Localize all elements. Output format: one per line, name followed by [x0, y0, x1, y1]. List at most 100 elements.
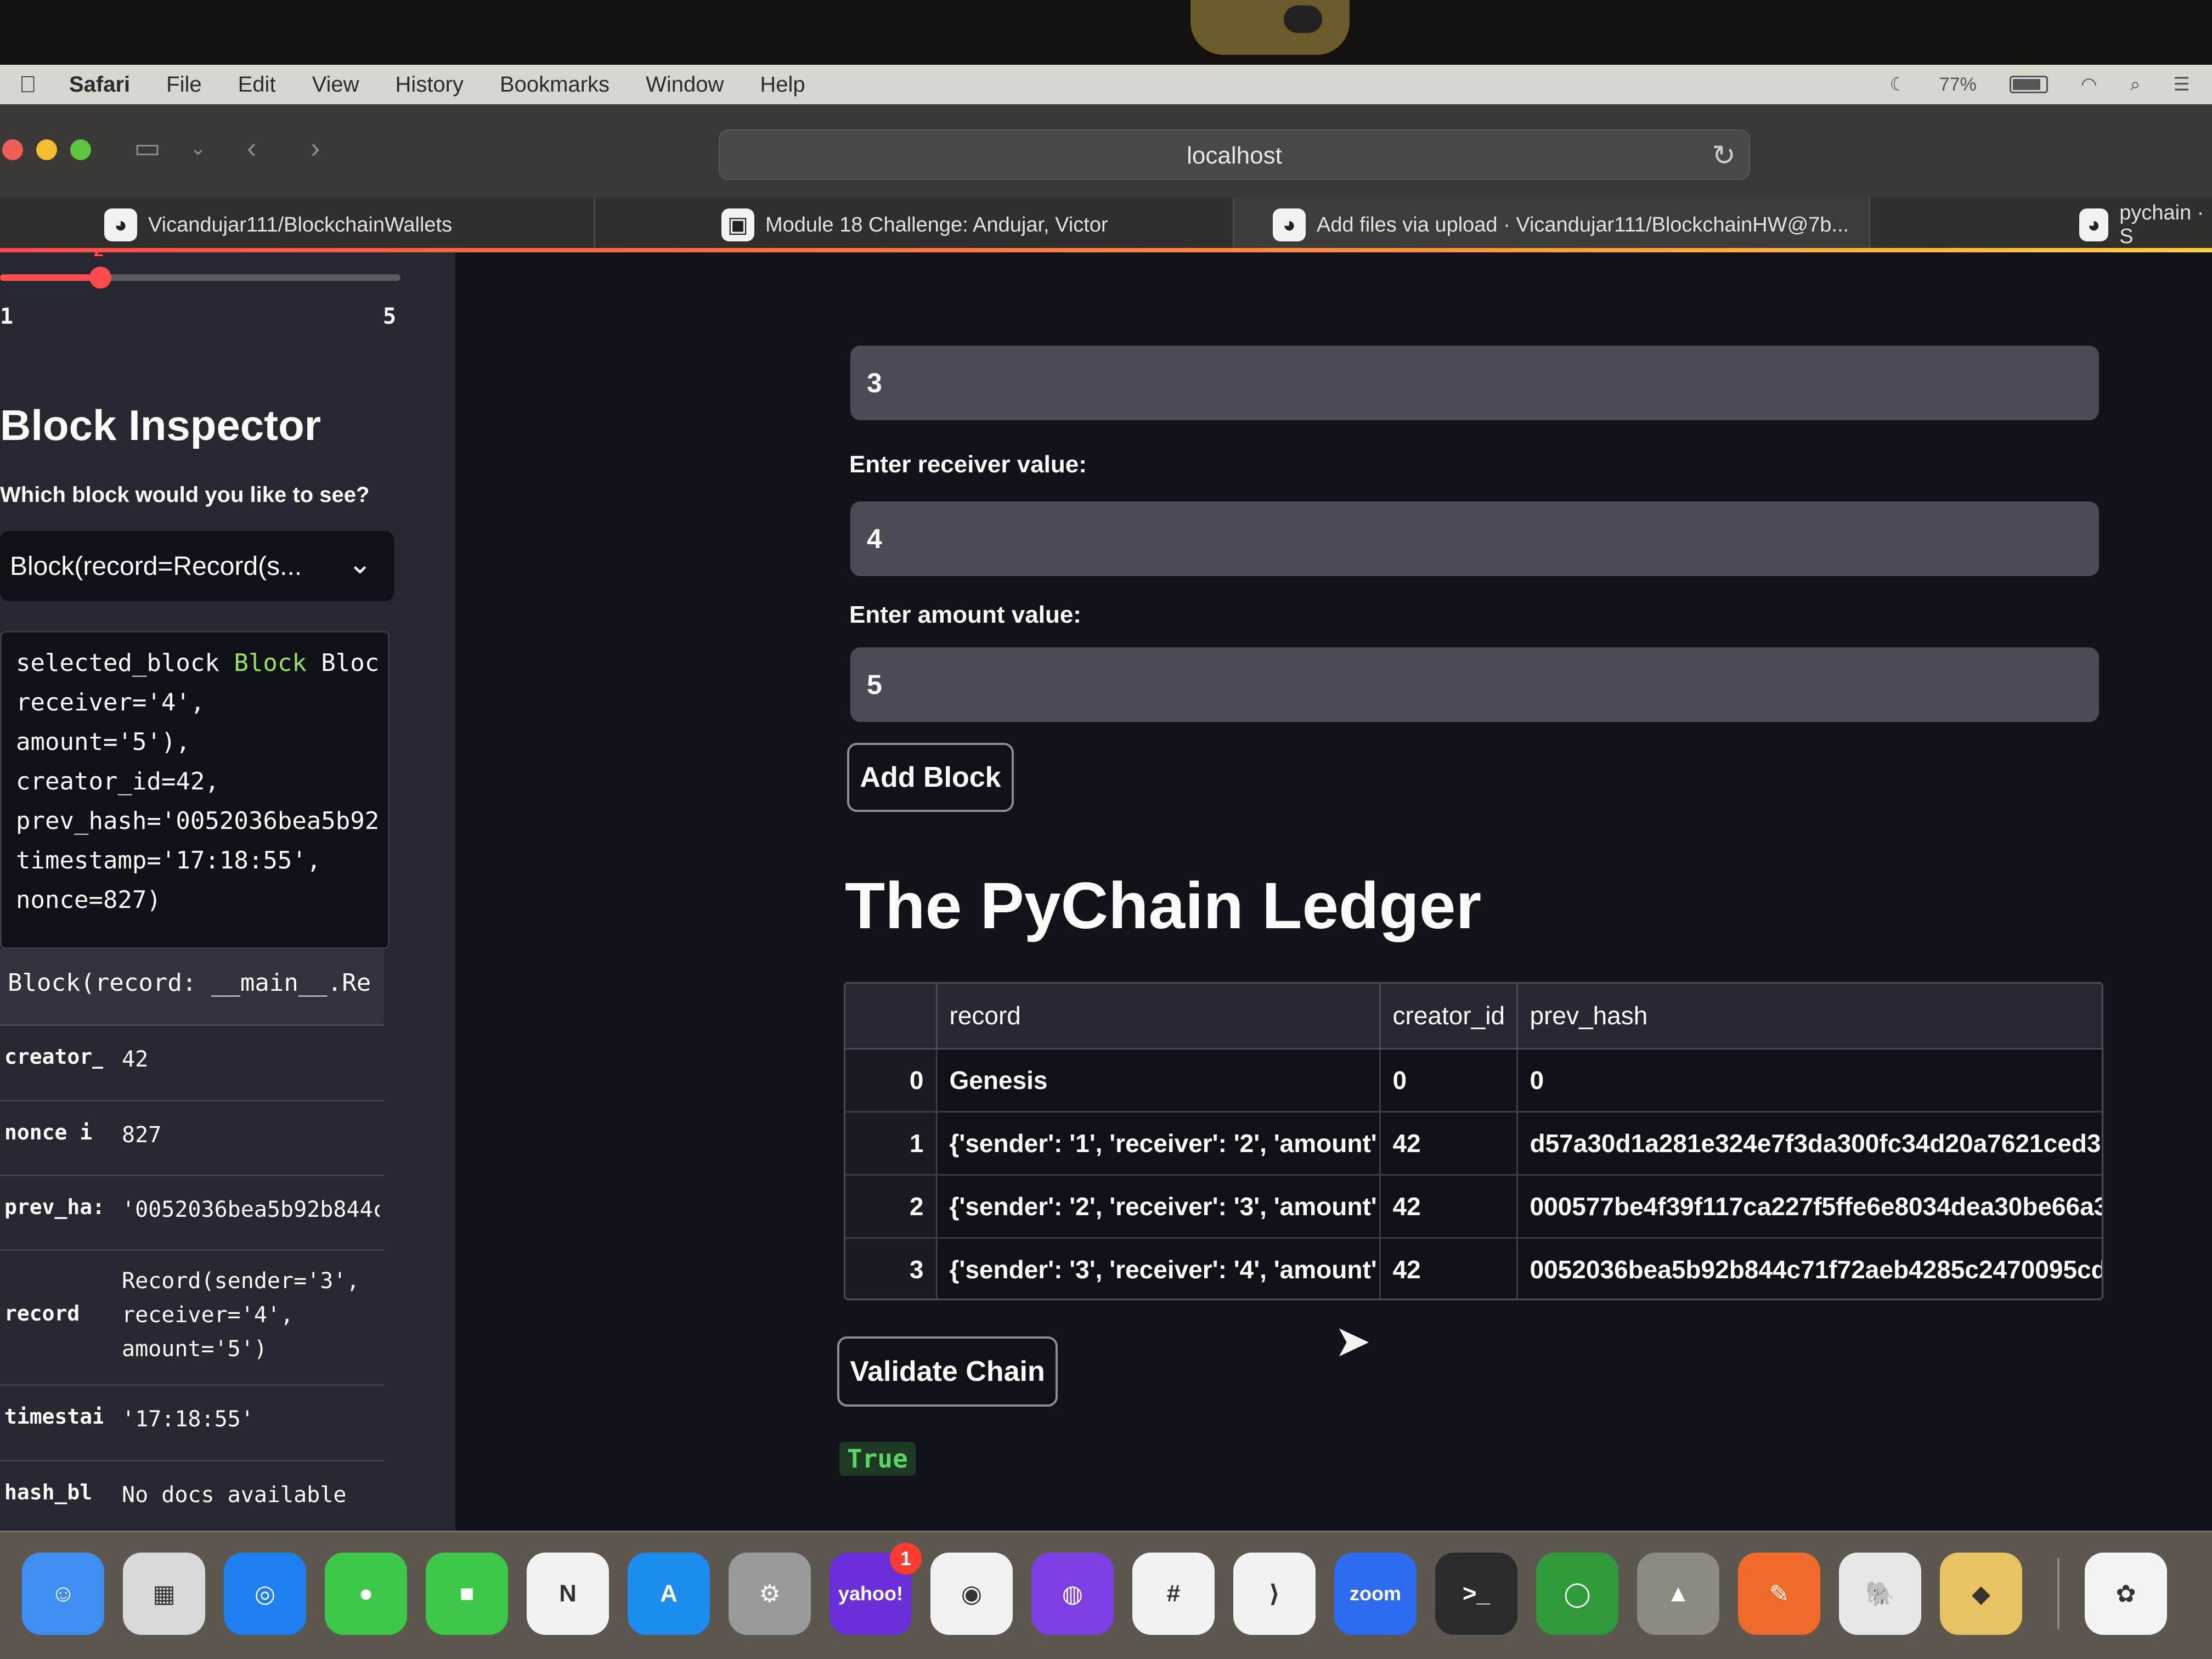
dock-yahoo-mail-icon[interactable]: yahoo! 1: [830, 1543, 922, 1635]
cell-prev-hash[interactable]: 000577be4f39f117ca227f5ffe6e8034dea30be6…: [1517, 1175, 2102, 1239]
menu-edit[interactable]: Edit: [238, 72, 276, 97]
validation-result: True: [839, 1442, 916, 1476]
attr-key: nonce i: [4, 1120, 93, 1144]
validate-chain-button[interactable]: Validate Chain: [837, 1336, 1058, 1407]
cell-record[interactable]: {'sender': '1', 'receiver': '2', 'amount…: [936, 1111, 1381, 1176]
menu-app-name[interactable]: Safari: [69, 72, 130, 97]
sidebar-toggle-icon[interactable]: ▭: [134, 132, 161, 165]
dock-photos-icon[interactable]: ✿: [2085, 1553, 2167, 1635]
block-select-value: Block(record=Record(s...: [10, 551, 302, 581]
add-block-button[interactable]: Add Block: [847, 743, 1014, 812]
forward-arrow-icon[interactable]: ›: [311, 132, 320, 165]
cell-record[interactable]: {'sender': '2', 'receiver': '3', 'amount…: [936, 1175, 1381, 1239]
cell-prev-hash[interactable]: d57a30d1a281e324e7f3da300fc34d20a7621ced…: [1517, 1111, 2102, 1176]
streamlit-top-accent: [0, 248, 2212, 252]
menu-bookmarks[interactable]: Bookmarks: [500, 72, 610, 97]
dock-zoom-icon[interactable]: zoom: [1334, 1553, 1417, 1635]
cell-creator-id[interactable]: 42: [1380, 1111, 1518, 1176]
col-header-prev-hash[interactable]: prev_hash: [1517, 984, 2102, 1049]
code-line: selected_block Block Bloc: [16, 649, 380, 677]
dock-finder-icon[interactable]: ☺: [22, 1553, 104, 1635]
table-row: 1 {'sender': '1', 'receiver': '2', 'amou…: [845, 1111, 2102, 1176]
table-header-row: record creator_id prev_hash: [845, 984, 2102, 1049]
attr-key: hash_bl: [4, 1480, 93, 1504]
block-select[interactable]: Block(record=Record(s... ⌄: [0, 531, 394, 601]
ledger-table[interactable]: record creator_id prev_hash 0 Genesis 0 …: [844, 982, 2103, 1300]
dock-app-store-icon[interactable]: A: [628, 1553, 710, 1635]
row-index: 0: [845, 1048, 938, 1113]
streamlit-sidebar: 2 1 5 Block Inspector Which block would …: [0, 252, 455, 1531]
dock-safari-icon[interactable]: ◎: [224, 1553, 306, 1635]
chevron-down-icon[interactable]: ⌄: [190, 132, 206, 165]
reload-icon[interactable]: ↻: [1712, 139, 1736, 172]
code-line: nonce=827): [16, 886, 161, 914]
back-arrow-icon[interactable]: ‹: [247, 132, 256, 165]
attr-row-hash-block: hash_bl No docs available: [0, 1462, 384, 1531]
table-row: 2 {'sender': '2', 'receiver': '3', 'amou…: [845, 1175, 2102, 1239]
minimize-window-button[interactable]: [36, 139, 57, 160]
apple-icon[interactable]: : [9, 71, 47, 97]
difficulty-slider-fill: [0, 274, 100, 281]
attr-value: '0052036bea5b92b844c: [122, 1197, 380, 1222]
dock-system-preferences-icon[interactable]: ⚙: [729, 1553, 811, 1635]
menu-window[interactable]: Window: [646, 72, 724, 97]
dock-facetime-icon[interactable]: ■: [426, 1553, 508, 1635]
dock-rocket-icon[interactable]: ▲: [1637, 1553, 1719, 1635]
menu-file[interactable]: File: [166, 72, 201, 97]
dock-launchpad-icon[interactable]: ▦: [123, 1553, 205, 1635]
cell-prev-hash[interactable]: 0: [1517, 1048, 2102, 1113]
code-keyword: Block: [234, 649, 307, 677]
receiver-input[interactable]: 4: [850, 501, 2099, 576]
amount-input[interactable]: 5: [850, 647, 2099, 722]
focus-moon-icon[interactable]: ☾: [1889, 74, 1906, 95]
tab-add-files[interactable]: ◕ Add files via upload · Vicandujar111/B…: [1234, 198, 1871, 252]
menu-view[interactable]: View: [312, 72, 359, 97]
attr-row-creator: creator_ 42: [0, 1026, 384, 1102]
address-bar[interactable]: localhost ↻: [719, 129, 1750, 180]
block-object-header: Block(record: __main__.Re: [0, 949, 384, 1026]
attr-value: No docs available: [122, 1482, 347, 1508]
dock-terminal-icon[interactable]: >_: [1435, 1553, 1517, 1635]
slider-min-label: 1: [0, 304, 14, 329]
control-center-icon[interactable]: ☰: [2174, 74, 2190, 95]
table-row: 0 Genesis 0 0: [845, 1048, 2102, 1113]
dock-slack-icon[interactable]: #: [1132, 1553, 1215, 1635]
cell-creator-id[interactable]: 42: [1380, 1238, 1518, 1299]
dock-postgres-icon[interactable]: 🐘: [1839, 1553, 1921, 1635]
col-header-record[interactable]: record: [936, 984, 1381, 1049]
receiver-label: Enter receiver value:: [849, 451, 1087, 478]
dock-vscode-icon[interactable]: ⟩: [1233, 1553, 1316, 1635]
cell-creator-id[interactable]: 0: [1380, 1048, 1518, 1113]
col-header-creator-id[interactable]: creator_id: [1380, 984, 1518, 1049]
dock-pencil-app-icon[interactable]: ✎: [1738, 1553, 1820, 1635]
tab-pychain[interactable]: ◕ pychain · S: [1871, 198, 2212, 252]
spotlight-search-icon[interactable]: ⌕: [2130, 74, 2140, 95]
sender-input[interactable]: 3: [850, 346, 2099, 420]
cell-creator-id[interactable]: 42: [1380, 1175, 1518, 1239]
zoom-window-button[interactable]: [70, 139, 91, 160]
attr-row-timestamp: timestai '17:18:55': [0, 1386, 384, 1462]
tab-module-18[interactable]: ▣ Module 18 Challenge: Andujar, Victor: [595, 198, 1234, 252]
menu-help[interactable]: Help: [760, 72, 805, 97]
menu-history[interactable]: History: [396, 72, 464, 97]
cell-prev-hash[interactable]: 0052036bea5b92b844c71f72aeb4285c2470095c…: [1517, 1238, 2102, 1299]
menu-bar:  Safari File Edit View History Bookmark…: [0, 65, 2212, 104]
attr-row-prev-hash: prev_ha: '0052036bea5b92b844c: [0, 1176, 384, 1251]
dock-anaconda-icon[interactable]: ◯: [1536, 1553, 1618, 1635]
attr-value: 42: [122, 1047, 149, 1072]
code-line: prev_hash='0052036bea5b92: [16, 807, 380, 835]
close-window-button[interactable]: [2, 139, 23, 160]
row-index: 3: [845, 1238, 938, 1299]
amount-input-value: 5: [867, 669, 882, 700]
cell-record[interactable]: Genesis: [936, 1048, 1381, 1113]
dock-messages-icon[interactable]: ●: [325, 1553, 407, 1635]
dock-chrome-icon[interactable]: ◉: [930, 1553, 1013, 1635]
dock-github-desktop-icon[interactable]: ◍: [1031, 1553, 1114, 1635]
wifi-icon[interactable]: ◠: [2081, 74, 2097, 95]
battery-icon[interactable]: [2009, 76, 2048, 93]
dock-sequel-app-icon[interactable]: ◆: [1940, 1553, 2022, 1635]
cell-record[interactable]: {'sender': '3', 'receiver': '4', 'amount…: [936, 1238, 1381, 1299]
difficulty-slider-thumb[interactable]: [89, 267, 111, 289]
dock-news-icon[interactable]: N: [527, 1553, 609, 1635]
tab-blockchain-wallets[interactable]: ◕ Vicandujar111/BlockchainWallets: [0, 198, 595, 252]
